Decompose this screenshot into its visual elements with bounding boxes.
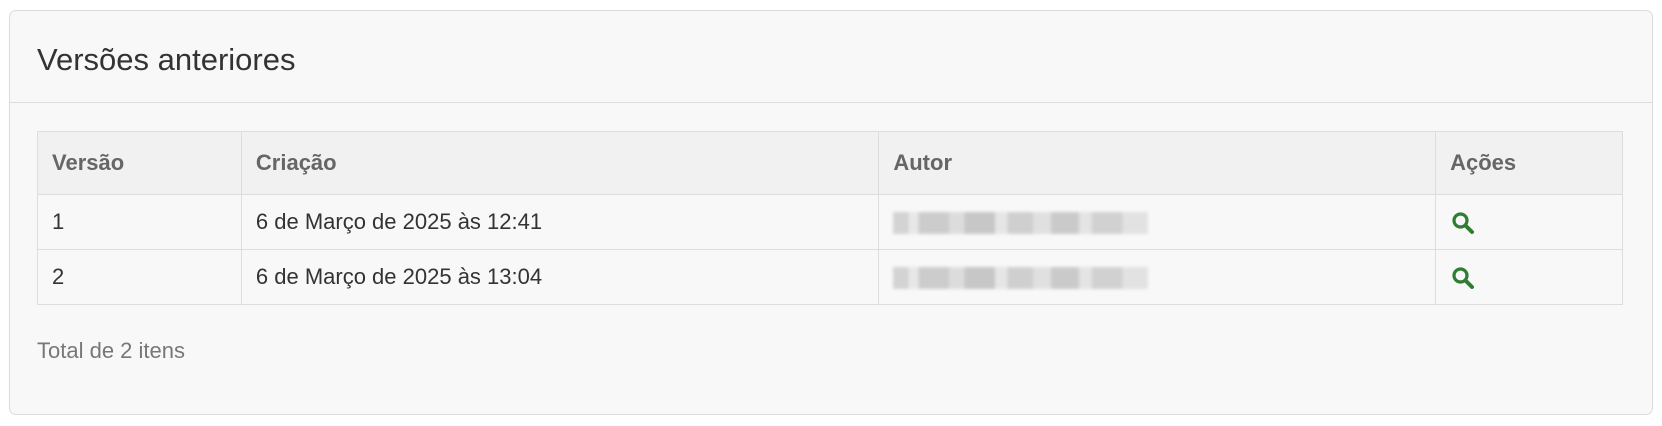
cell-actions (1435, 249, 1623, 305)
redacted-author-name (893, 267, 1149, 290)
cell-author (878, 249, 1437, 305)
panel-body: Versão Criação Autor Ações 1 6 de Março … (10, 103, 1652, 364)
redacted-author-name (893, 212, 1149, 235)
table-row: 1 6 de Março de 2025 às 12:41 (37, 194, 1623, 250)
search-icon[interactable] (1450, 265, 1476, 291)
previous-versions-panel: Versões anteriores Versão Criação Autor … (9, 10, 1653, 415)
search-icon[interactable] (1450, 210, 1476, 236)
cell-actions (1435, 194, 1623, 250)
table-row: 2 6 de Março de 2025 às 13:04 (37, 249, 1623, 305)
column-header-author: Autor (878, 131, 1437, 195)
panel-title: Versões anteriores (37, 41, 296, 77)
total-items-text: Total de 2 itens (37, 338, 185, 363)
versions-table: Versão Criação Autor Ações 1 6 de Março … (37, 131, 1623, 305)
cell-author (878, 194, 1437, 250)
cell-created: 6 de Março de 2025 às 13:04 (240, 249, 880, 305)
column-header-created: Criação (240, 131, 880, 195)
panel-header: Versões anteriores (10, 11, 1652, 103)
column-header-actions: Ações (1435, 131, 1623, 195)
column-header-version: Versão (37, 131, 242, 195)
table-header: Versão Criação Autor Ações (37, 131, 1623, 195)
cell-created: 6 de Março de 2025 às 12:41 (240, 194, 880, 250)
cell-version: 1 (37, 194, 242, 250)
cell-version: 2 (37, 249, 242, 305)
